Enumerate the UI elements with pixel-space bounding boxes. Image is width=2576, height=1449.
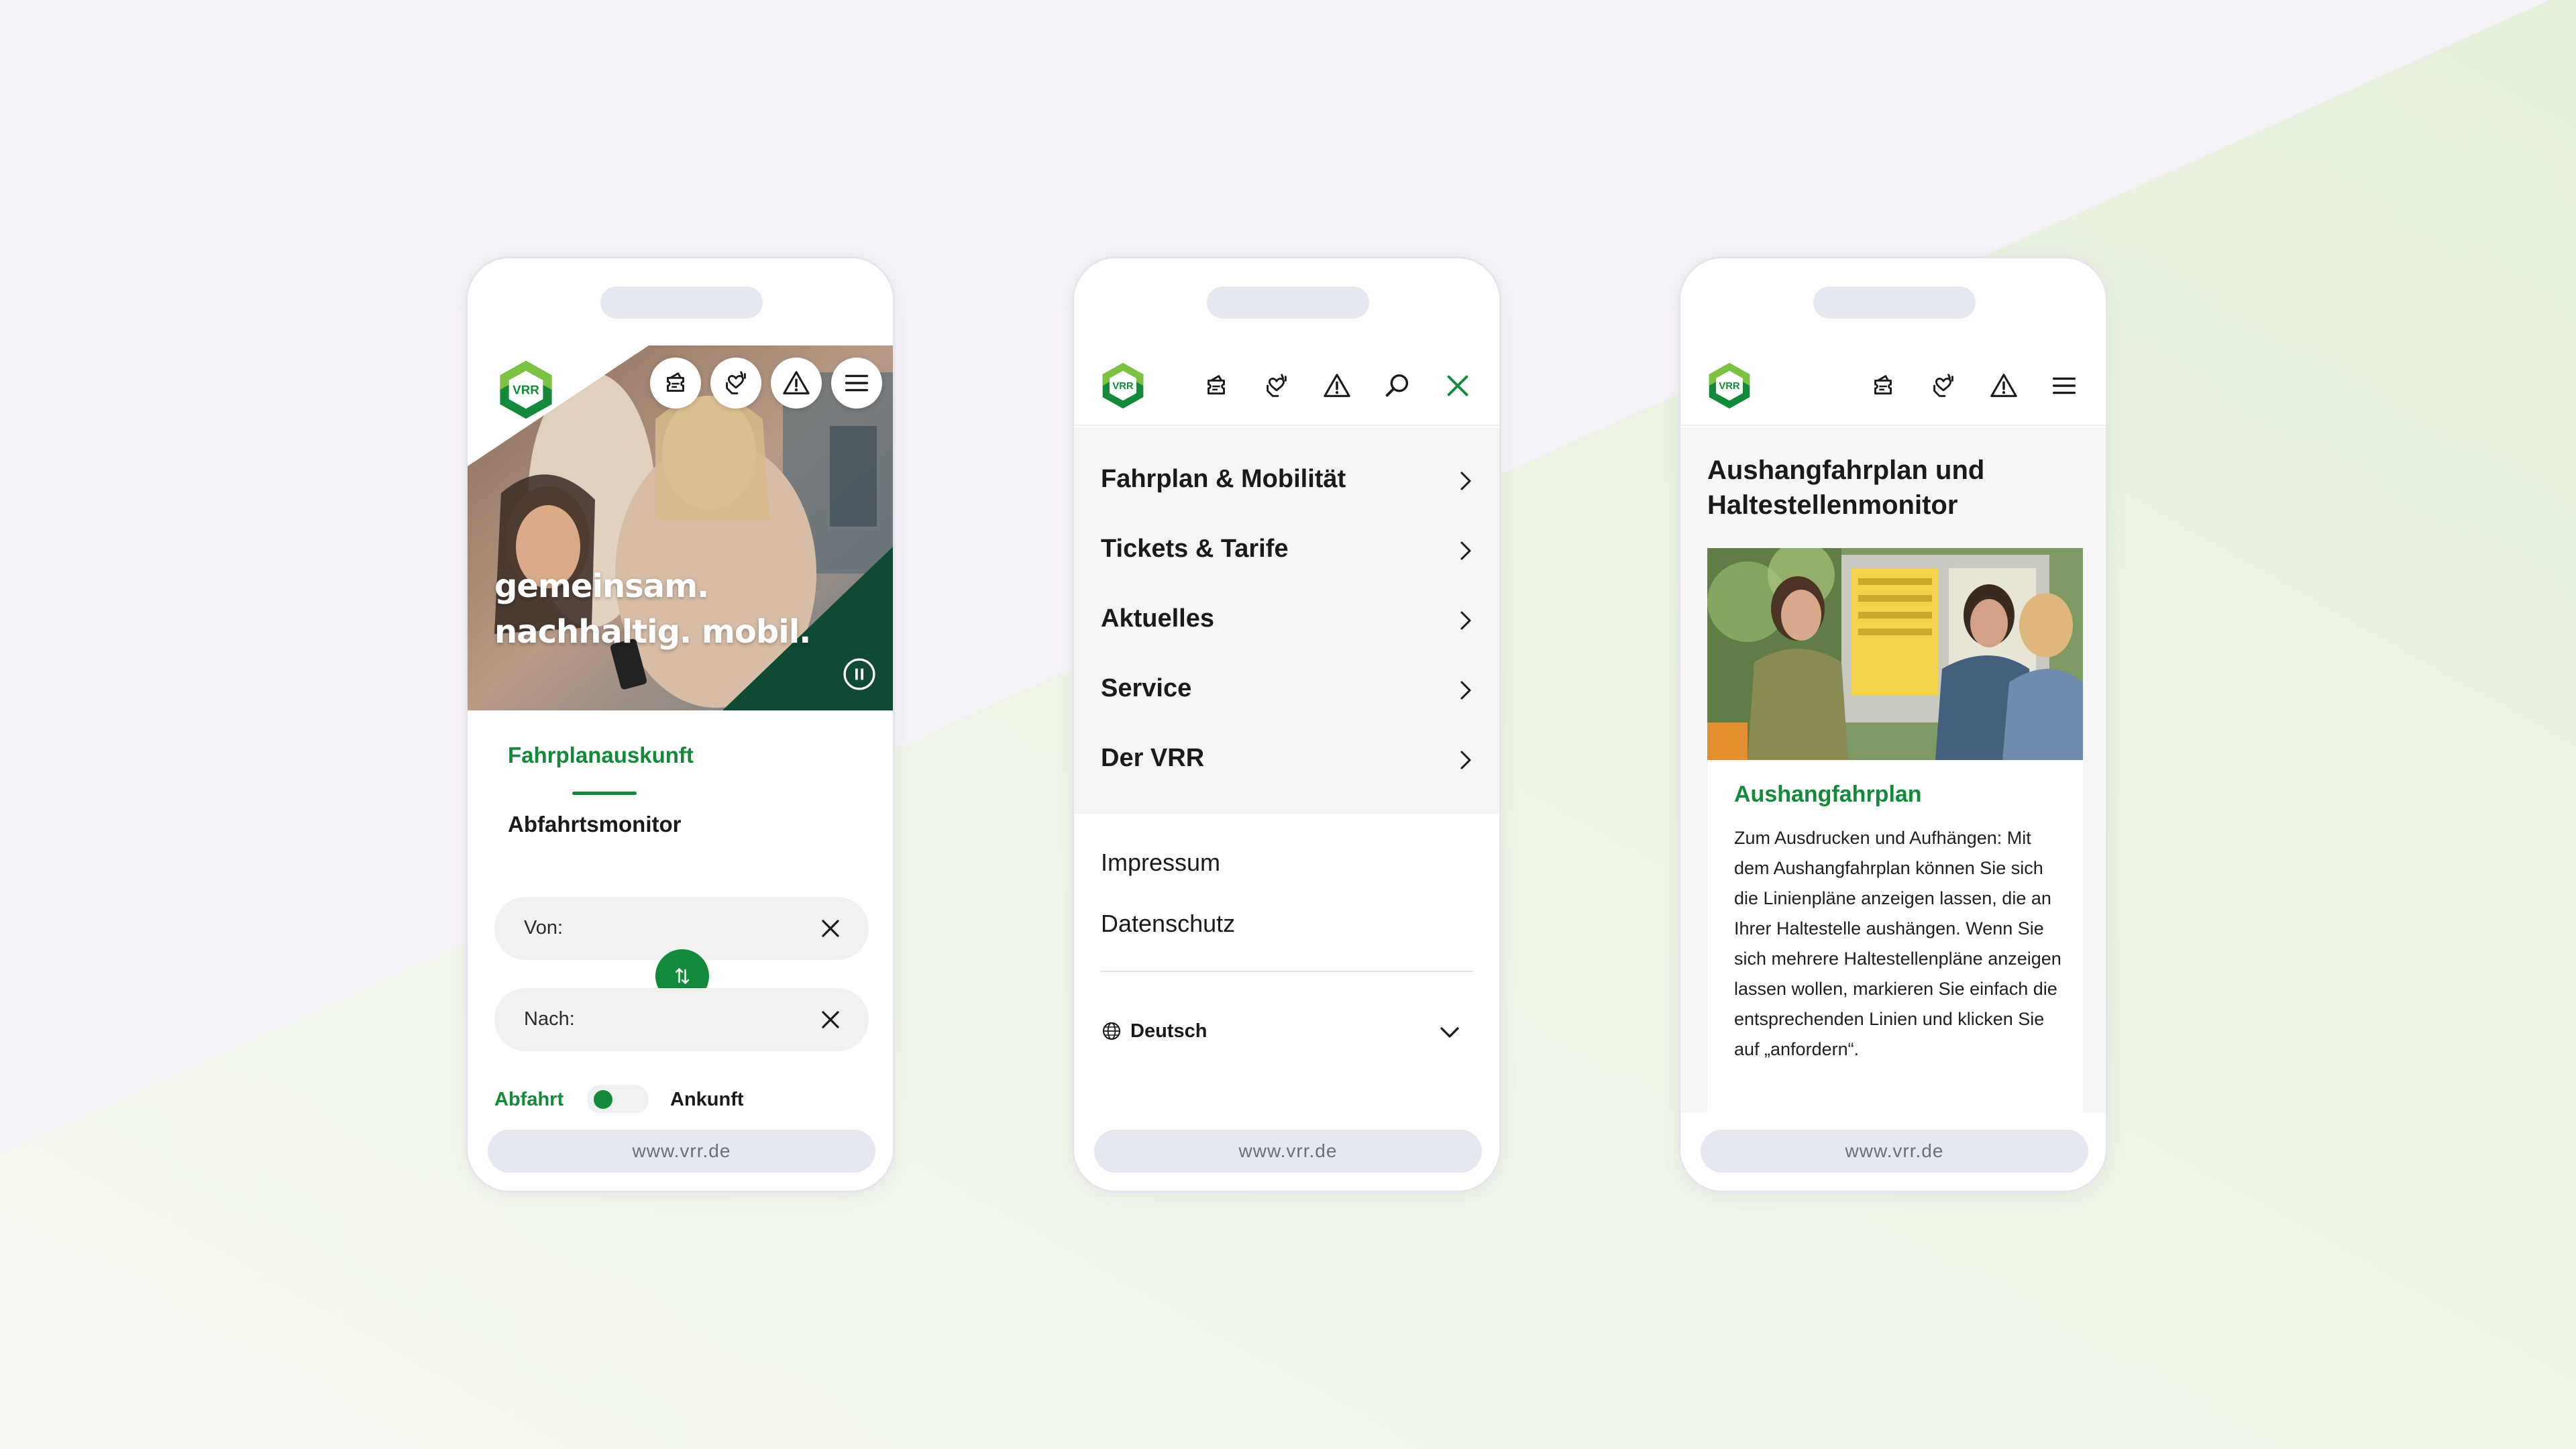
timetable-photo [1707,548,2083,760]
vrr-logo[interactable]: VRR [1098,359,1148,413]
link-impressum[interactable]: Impressum [1101,849,1220,877]
svg-text:VRR: VRR [513,383,539,397]
close-icon[interactable] [1439,367,1477,405]
menu-item-label: Der VRR [1101,744,1205,772]
tab-fahrplanauskunft[interactable]: Fahrplanauskunft [508,743,694,768]
article-screen: VRR Aushangfahrplan und Haltestellenmoni… [1680,345,2106,1113]
menu-item-label: Aktuelles [1101,604,1214,633]
url-bar[interactable]: www.vrr.de [1094,1130,1482,1173]
divider [1101,971,1472,972]
menu-screen: VRR Fahrplan & Mobilität Tickets & Tarif… [1074,345,1499,1113]
tab-active-indicator [572,792,637,795]
card-title: Aushangfahrplan [1734,782,1922,807]
to-field[interactable]: Nach: [494,988,869,1051]
chevron-right-icon [1454,608,1478,633]
warning-icon[interactable] [1318,367,1356,405]
phone-notch [600,286,763,319]
main-menu: Fahrplan & Mobilität Tickets & Tarife Ak… [1074,427,1499,814]
menu-item-label: Tickets & Tarife [1101,535,1289,563]
ticket-icon[interactable] [650,358,701,409]
ticket-icon[interactable] [1197,367,1235,405]
chevron-right-icon [1454,748,1478,772]
from-label: Von: [524,917,564,938]
menu-item-label: Fahrplan & Mobilität [1101,465,1346,493]
link-datenschutz[interactable]: Datenschutz [1101,910,1235,938]
phone-notch [1813,286,1976,319]
hero-slogan: gemeinsam. nachhaltig. mobil. [494,564,811,655]
vrr-logo[interactable]: VRR [494,355,557,425]
slogan-line-1: gemeinsam. [494,568,709,605]
article-card[interactable]: Aushangfahrplan Zum Ausdrucken und Aufhä… [1707,548,2083,1113]
start-screen: VRR gemeinsam. nachhaltig. mobil. Fahrpl… [468,345,893,1113]
vrr-logo[interactable]: VRR [1705,359,1754,413]
language-label: Deutsch [1130,1020,1208,1042]
hero-banner: VRR gemeinsam. nachhaltig. mobil. [468,345,893,710]
phone-notch [1207,286,1369,319]
clear-from-icon[interactable] [818,916,843,941]
chevron-right-icon [1454,678,1478,702]
chevron-right-icon [1454,539,1478,563]
menu-item-label: Service [1101,674,1192,702]
heart-hands-icon[interactable] [1925,367,1962,405]
toggle-switch[interactable] [587,1085,649,1113]
page-title: Aushangfahrplan und Haltestellenmonitor [1707,455,1985,520]
phone-mockup-menu: VRR Fahrplan & Mobilität Tickets & Tarif… [1072,256,1501,1193]
slogan-line-2: nachhaltig. mobil. [494,613,811,651]
phone-mockup-article: VRR Aushangfahrplan und Haltestellenmoni… [1678,256,2108,1193]
menu-item-fahrplan[interactable]: Fahrplan & Mobilität [1074,446,1499,516]
warning-icon[interactable] [1985,367,2023,405]
toggle-knob [594,1090,612,1109]
clear-to-icon[interactable] [818,1007,843,1032]
swap-arrows-icon [675,968,690,984]
pause-icon[interactable] [843,657,876,691]
menu-icon[interactable] [831,358,882,409]
menu-item-tickets[interactable]: Tickets & Tarife [1074,516,1499,586]
chevron-right-icon [1454,469,1478,493]
header: VRR [1074,345,1499,426]
toggle-label-ankunft[interactable]: Ankunft [670,1089,744,1111]
phone-mockup-start: VRR gemeinsam. nachhaltig. mobil. Fahrpl… [466,256,895,1193]
toggle-label-abfahrt[interactable]: Abfahrt [494,1089,564,1111]
warning-icon[interactable] [771,358,822,409]
departure-arrival-toggle: Abfahrt Ankunft [494,1085,870,1113]
search-icon[interactable] [1379,367,1416,405]
globe-icon [1101,1020,1122,1042]
heart-hands-icon[interactable] [710,358,761,409]
menu-item-der-vrr[interactable]: Der VRR [1074,725,1499,795]
ticket-icon[interactable] [1864,367,1902,405]
to-label: Nach: [524,1008,575,1030]
menu-item-aktuelles[interactable]: Aktuelles [1074,586,1499,655]
menu-icon[interactable] [2045,367,2083,405]
svg-text:VRR: VRR [1112,381,1134,392]
card-text: Zum Ausdrucken und Aufhängen: Mit dem Au… [1734,828,2061,1059]
menu-item-service[interactable]: Service [1074,655,1499,725]
url-bar[interactable]: www.vrr.de [488,1130,875,1173]
url-bar[interactable]: www.vrr.de [1701,1130,2088,1173]
language-selector[interactable]: Deutsch [1101,1016,1477,1050]
header: VRR [1680,345,2106,426]
svg-text:VRR: VRR [1719,381,1740,392]
heart-hands-icon[interactable] [1258,367,1295,405]
tab-abfahrtsmonitor[interactable]: Abfahrtsmonitor [508,812,682,837]
chevron-down-icon [1438,1020,1462,1044]
